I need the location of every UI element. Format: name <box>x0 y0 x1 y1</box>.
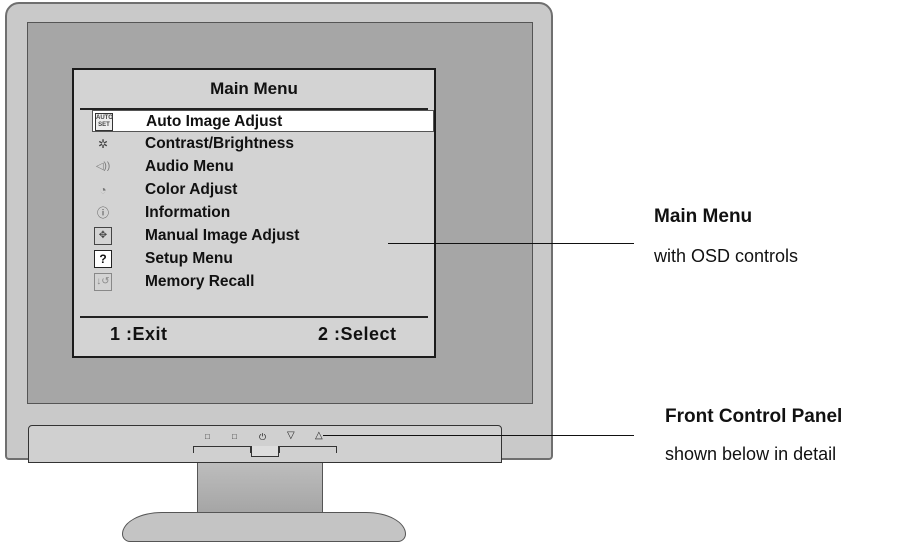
brightness-icon: ✲ <box>97 137 109 151</box>
osd-exit-hint: 1 :Exit <box>110 324 168 344</box>
osd-item-label: Contrast/Brightness <box>145 135 294 152</box>
speaker-icon: ◁)) <box>95 161 111 172</box>
four-arrows-icon: ✥ <box>94 227 112 245</box>
question-icon: ? <box>94 250 112 268</box>
recall-icon: ↓↺ <box>94 273 112 291</box>
button-rocker-left <box>193 446 251 453</box>
main-menu-callout-title: Main Menu <box>654 206 753 227</box>
osd-item-label: Setup Menu <box>145 250 233 267</box>
front-panel-callout-title: Front Control Panel <box>665 406 843 427</box>
osd-item-label: Memory Recall <box>145 273 255 290</box>
osd-item-label: Auto Image Adjust <box>146 113 283 130</box>
up-arrow-icon[interactable]: △ <box>315 430 323 441</box>
osd-title: Main Menu <box>210 79 298 98</box>
front-control-panel: □ □ ⏻ ▽ △ <box>28 425 502 463</box>
osd-item-label: Color Adjust <box>145 181 238 198</box>
osd-item-setup-menu[interactable]: ? Setup Menu <box>92 248 432 270</box>
down-arrow-icon[interactable]: ▽ <box>287 430 295 441</box>
osd-main-menu: Main Menu AUTO SET Auto Image Adjust ✲ Co… <box>72 68 436 358</box>
auto-set-icon: AUTO SET <box>95 113 113 131</box>
osd-item-label: Information <box>145 204 231 221</box>
osd-item-auto-image-adjust[interactable]: AUTO SET Auto Image Adjust <box>92 110 434 132</box>
button-rocker-right <box>279 446 337 453</box>
osd-item-information[interactable]: ⓘ Information <box>92 202 432 224</box>
osd-item-audio-menu[interactable]: ◁)) Audio Menu <box>92 156 432 178</box>
button-1-icon[interactable]: □ <box>205 432 210 441</box>
main-menu-callout-subtitle: with OSD controls <box>654 246 799 266</box>
front-panel-leader-line <box>323 435 634 436</box>
color-palette-icon: ◔ <box>99 183 107 197</box>
osd-item-color-adjust[interactable]: ◔ Color Adjust <box>92 179 432 201</box>
osd-item-label: Audio Menu <box>145 158 234 175</box>
osd-select-hint: 2 :Select <box>318 324 397 344</box>
osd-divider <box>80 316 428 318</box>
stand-neck <box>197 463 323 517</box>
osd-item-memory-recall[interactable]: ↓↺ Memory Recall <box>92 271 432 293</box>
front-panel-callout-subtitle: shown below in detail <box>665 444 837 464</box>
osd-item-label: Manual Image Adjust <box>145 227 300 244</box>
stand-base <box>122 512 406 542</box>
button-2-icon[interactable]: □ <box>232 432 237 441</box>
osd-item-contrast-brightness[interactable]: ✲ Contrast/Brightness <box>92 133 432 155</box>
power-button[interactable] <box>251 446 279 457</box>
power-icon[interactable]: ⏻ <box>259 432 266 443</box>
info-icon: ⓘ <box>96 206 109 220</box>
main-menu-leader-line <box>388 243 634 244</box>
osd-item-manual-image-adjust[interactable]: ✥ Manual Image Adjust <box>92 225 432 247</box>
